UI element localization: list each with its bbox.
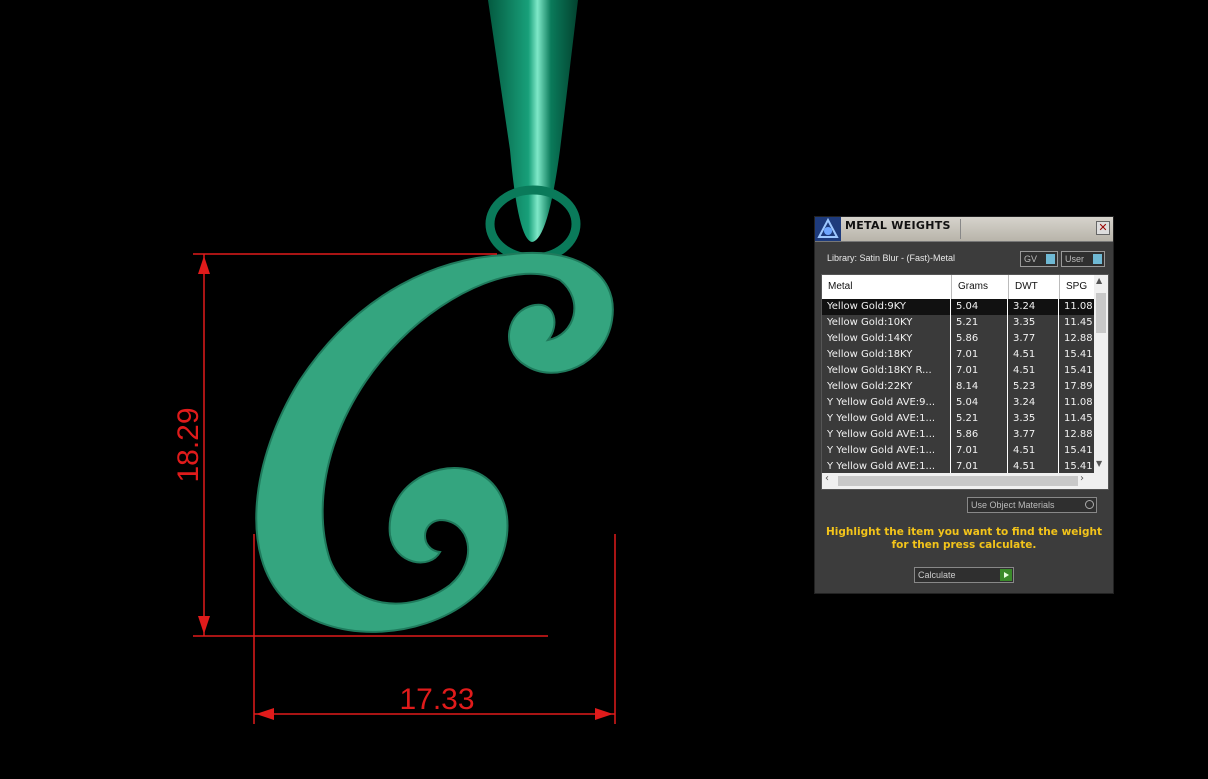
calculate-label: Calculate bbox=[918, 570, 956, 580]
title-divider bbox=[960, 219, 961, 239]
cell-dwt: 4.51 bbox=[1008, 347, 1059, 363]
table-row[interactable]: Y Yellow Gold AVE:9... 5.04 3.24 11.08 bbox=[822, 395, 1099, 412]
instruction-text: Highlight the item you want to find the … bbox=[826, 526, 1102, 551]
scroll-right-icon[interactable]: › bbox=[1080, 473, 1084, 484]
cell-grams: 7.01 bbox=[951, 347, 1008, 363]
cell-grams: 5.21 bbox=[951, 411, 1008, 427]
table-row[interactable]: Yellow Gold:18KY 7.01 4.51 15.41 bbox=[822, 347, 1099, 364]
column-header-grams[interactable]: Grams bbox=[951, 275, 1008, 299]
cell-metal: Yellow Gold:18KY R... bbox=[822, 363, 951, 379]
toggle-knob-icon bbox=[1046, 254, 1055, 264]
cell-spg: 11.45 bbox=[1059, 411, 1099, 427]
cell-metal: Yellow Gold:18KY bbox=[822, 347, 951, 363]
use-object-materials-option[interactable]: Use Object Materials bbox=[967, 497, 1097, 513]
cell-dwt: 3.35 bbox=[1008, 411, 1059, 427]
table-row[interactable]: Y Yellow Gold AVE:1... 7.01 4.51 15.41 bbox=[822, 443, 1099, 460]
scroll-down-icon[interactable]: ▼ bbox=[1096, 459, 1102, 468]
cell-dwt: 3.24 bbox=[1008, 395, 1059, 411]
column-header-metal[interactable]: Metal bbox=[822, 275, 951, 299]
cell-spg: 11.08 bbox=[1059, 299, 1099, 315]
horizontal-scrollbar[interactable]: ‹ › bbox=[822, 473, 1108, 489]
cell-dwt: 3.35 bbox=[1008, 315, 1059, 331]
cell-spg: 15.41 bbox=[1059, 347, 1099, 363]
cell-metal: Y Yellow Gold AVE:1... bbox=[822, 443, 951, 459]
panel-title: METAL WEIGHTS bbox=[845, 219, 951, 232]
cell-grams: 7.01 bbox=[951, 363, 1008, 379]
cell-grams: 5.04 bbox=[951, 395, 1008, 411]
cell-grams: 8.14 bbox=[951, 379, 1008, 395]
vertical-scrollbar[interactable]: ▲ ▼ bbox=[1094, 275, 1108, 473]
cell-spg: 12.88 bbox=[1059, 427, 1099, 443]
cell-metal: Yellow Gold:14KY bbox=[822, 331, 951, 347]
cell-grams: 7.01 bbox=[951, 443, 1008, 459]
column-header-dwt[interactable]: DWT bbox=[1008, 275, 1059, 299]
table-row[interactable]: Yellow Gold:14KY 5.86 3.77 12.88 bbox=[822, 331, 1099, 348]
cell-metal: Y Yellow Gold AVE:1... bbox=[822, 411, 951, 427]
table-row[interactable]: Yellow Gold:10KY 5.21 3.35 11.45 bbox=[822, 315, 1099, 332]
letter-c-pendant bbox=[255, 251, 614, 633]
metal-table[interactable]: Metal Grams DWT SPG Yellow Gold:9KY 5.04 3… bbox=[821, 274, 1109, 490]
column-header-spg[interactable]: SPG bbox=[1059, 275, 1099, 299]
width-dimension-label: 17.33 bbox=[399, 683, 474, 716]
cell-spg: 15.41 bbox=[1059, 363, 1099, 379]
cell-spg: 11.08 bbox=[1059, 395, 1099, 411]
cell-grams: 5.86 bbox=[951, 427, 1008, 443]
table-header: Metal Grams DWT SPG bbox=[822, 275, 1094, 300]
close-icon[interactable]: ✕ bbox=[1096, 221, 1110, 235]
horizontal-scroll-thumb[interactable] bbox=[838, 476, 1078, 486]
table-row[interactable]: Yellow Gold:22KY 8.14 5.23 17.89 bbox=[822, 379, 1099, 396]
scroll-left-icon[interactable]: ‹ bbox=[825, 473, 829, 484]
logo-icon bbox=[815, 217, 841, 241]
toggle-knob-icon bbox=[1093, 254, 1102, 264]
cell-dwt: 5.23 bbox=[1008, 379, 1059, 395]
cell-grams: 5.21 bbox=[951, 315, 1008, 331]
cell-spg: 15.41 bbox=[1059, 443, 1099, 459]
cell-spg: 17.89 bbox=[1059, 379, 1099, 395]
cell-dwt: 3.77 bbox=[1008, 331, 1059, 347]
cell-metal: Yellow Gold:22KY bbox=[822, 379, 951, 395]
height-dimension-label: 18.29 bbox=[172, 407, 205, 482]
cell-spg: 12.88 bbox=[1059, 331, 1099, 347]
cell-metal: Yellow Gold:10KY bbox=[822, 315, 951, 331]
gv-toggle[interactable]: GV bbox=[1020, 251, 1058, 267]
user-toggle[interactable]: User bbox=[1061, 251, 1105, 267]
user-toggle-label: User bbox=[1065, 254, 1085, 264]
cell-metal: Y Yellow Gold AVE:1... bbox=[822, 427, 951, 443]
play-arrow-icon[interactable] bbox=[1000, 569, 1012, 581]
cell-grams: 5.04 bbox=[951, 299, 1008, 315]
cell-metal: Y Yellow Gold AVE:9... bbox=[822, 395, 951, 411]
cell-dwt: 3.77 bbox=[1008, 427, 1059, 443]
cell-dwt: 4.51 bbox=[1008, 443, 1059, 459]
library-label: Library: Satin Blur - (Fast)-Metal bbox=[827, 253, 956, 263]
table-row[interactable]: Yellow Gold:9KY 5.04 3.24 11.08 bbox=[822, 299, 1099, 316]
scroll-up-icon[interactable]: ▲ bbox=[1096, 276, 1102, 285]
cell-grams: 5.86 bbox=[951, 331, 1008, 347]
vertical-scroll-thumb[interactable] bbox=[1096, 293, 1106, 333]
gv-toggle-label: GV bbox=[1024, 254, 1038, 264]
panel-titlebar[interactable]: METAL WEIGHTS ✕ bbox=[815, 217, 1113, 242]
cell-metal: Yellow Gold:9KY bbox=[822, 299, 951, 315]
cell-dwt: 3.24 bbox=[1008, 299, 1059, 315]
calculate-button[interactable]: Calculate bbox=[914, 567, 1014, 583]
cell-spg: 11.45 bbox=[1059, 315, 1099, 331]
table-row[interactable]: Y Yellow Gold AVE:1... 5.86 3.77 12.88 bbox=[822, 427, 1099, 444]
cell-dwt: 4.51 bbox=[1008, 363, 1059, 379]
table-row[interactable]: Yellow Gold:18KY R... 7.01 4.51 15.41 bbox=[822, 363, 1099, 380]
use-object-materials-label: Use Object Materials bbox=[971, 500, 1055, 510]
table-row[interactable]: Y Yellow Gold AVE:1... 5.21 3.35 11.45 bbox=[822, 411, 1099, 428]
metal-weights-panel: METAL WEIGHTS ✕ Library: Satin Blur - (F… bbox=[814, 216, 1114, 594]
radio-icon[interactable] bbox=[1085, 500, 1094, 509]
